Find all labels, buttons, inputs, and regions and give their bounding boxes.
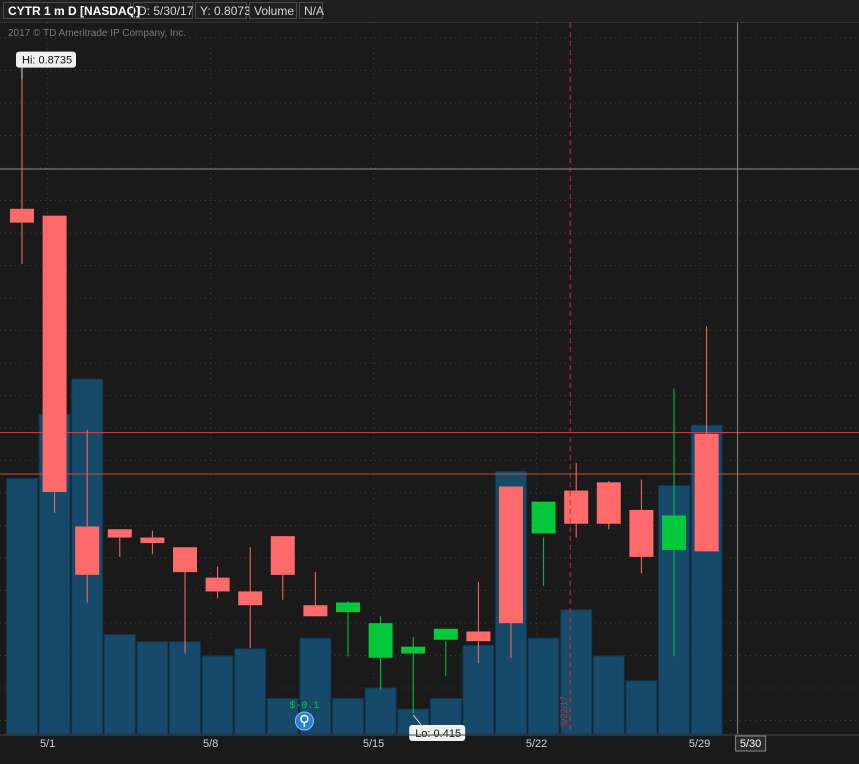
candle-body — [694, 433, 719, 552]
chart-header: CYTR 1 m D [NASDAQ] D: 5/30/17 Y: 0.8073… — [0, 0, 859, 23]
candle-body — [531, 501, 556, 534]
x-tick-label: 5/8 — [203, 738, 218, 750]
volume-bar — [332, 698, 364, 735]
candle-body — [336, 602, 360, 613]
candle-body — [270, 536, 295, 575]
price-chart[interactable]: Hi: 0.8735 Lo: 0.415 5/22/17 $-0.1 5/1 5/8 5/… — [0, 23, 859, 764]
x-tick-label: 5/29 — [689, 738, 710, 750]
volume-label: Volume — [249, 2, 297, 19]
candle-body — [205, 577, 230, 592]
cursor-date-label: 5/30 — [740, 738, 761, 750]
event-marker-text: $-0.1 — [289, 700, 319, 712]
volume-bar — [103, 634, 136, 735]
date-readout: D: 5/30/17 — [133, 2, 193, 19]
volume-bar — [136, 641, 169, 735]
volume-bar — [6, 477, 38, 735]
candle-body — [42, 215, 67, 492]
candle-body — [466, 631, 491, 642]
x-tick-label: 5/15 — [363, 738, 384, 750]
candle-body — [238, 591, 263, 606]
candle-body — [10, 208, 34, 223]
candlesticks — [10, 79, 719, 713]
event-vline-label: 5/22/17 — [559, 696, 569, 726]
y-readout: Y: 0.8073 — [195, 2, 251, 19]
candle-body — [140, 537, 165, 544]
hi-label-text: Hi: 0.8735 — [22, 55, 72, 67]
x-tick-label: 5/22 — [526, 738, 547, 750]
candle-body — [368, 623, 393, 658]
candle-body — [564, 490, 589, 524]
volume-bar — [169, 641, 201, 735]
volume-bar — [234, 648, 267, 735]
symbol-box[interactable]: CYTR 1 m D [NASDAQ] — [3, 2, 140, 19]
candle-body — [173, 547, 197, 573]
volume-bar — [625, 680, 658, 735]
candle-body — [433, 628, 458, 640]
volume-value: N/A — [299, 2, 324, 19]
x-tick-label: 5/1 — [40, 738, 55, 750]
candle-body — [629, 509, 654, 557]
candle-body — [303, 605, 328, 617]
event-marker-icon — [294, 711, 314, 731]
lo-label-text: Lo: 0.415 — [415, 728, 461, 740]
volume-bar — [201, 655, 234, 735]
volume-bar — [364, 687, 397, 735]
grid-lines — [0, 23, 859, 734]
candle-body — [75, 526, 100, 575]
volume-bar — [527, 637, 560, 735]
candle-body — [499, 486, 523, 624]
volume-bar — [592, 655, 625, 735]
candle-body — [596, 482, 621, 524]
candle-body — [401, 646, 426, 654]
candle-body — [662, 515, 686, 550]
candle-body — [107, 529, 132, 538]
copyright-text: 2017 © TD Ameritrade IP Company, Inc. — [8, 28, 187, 39]
